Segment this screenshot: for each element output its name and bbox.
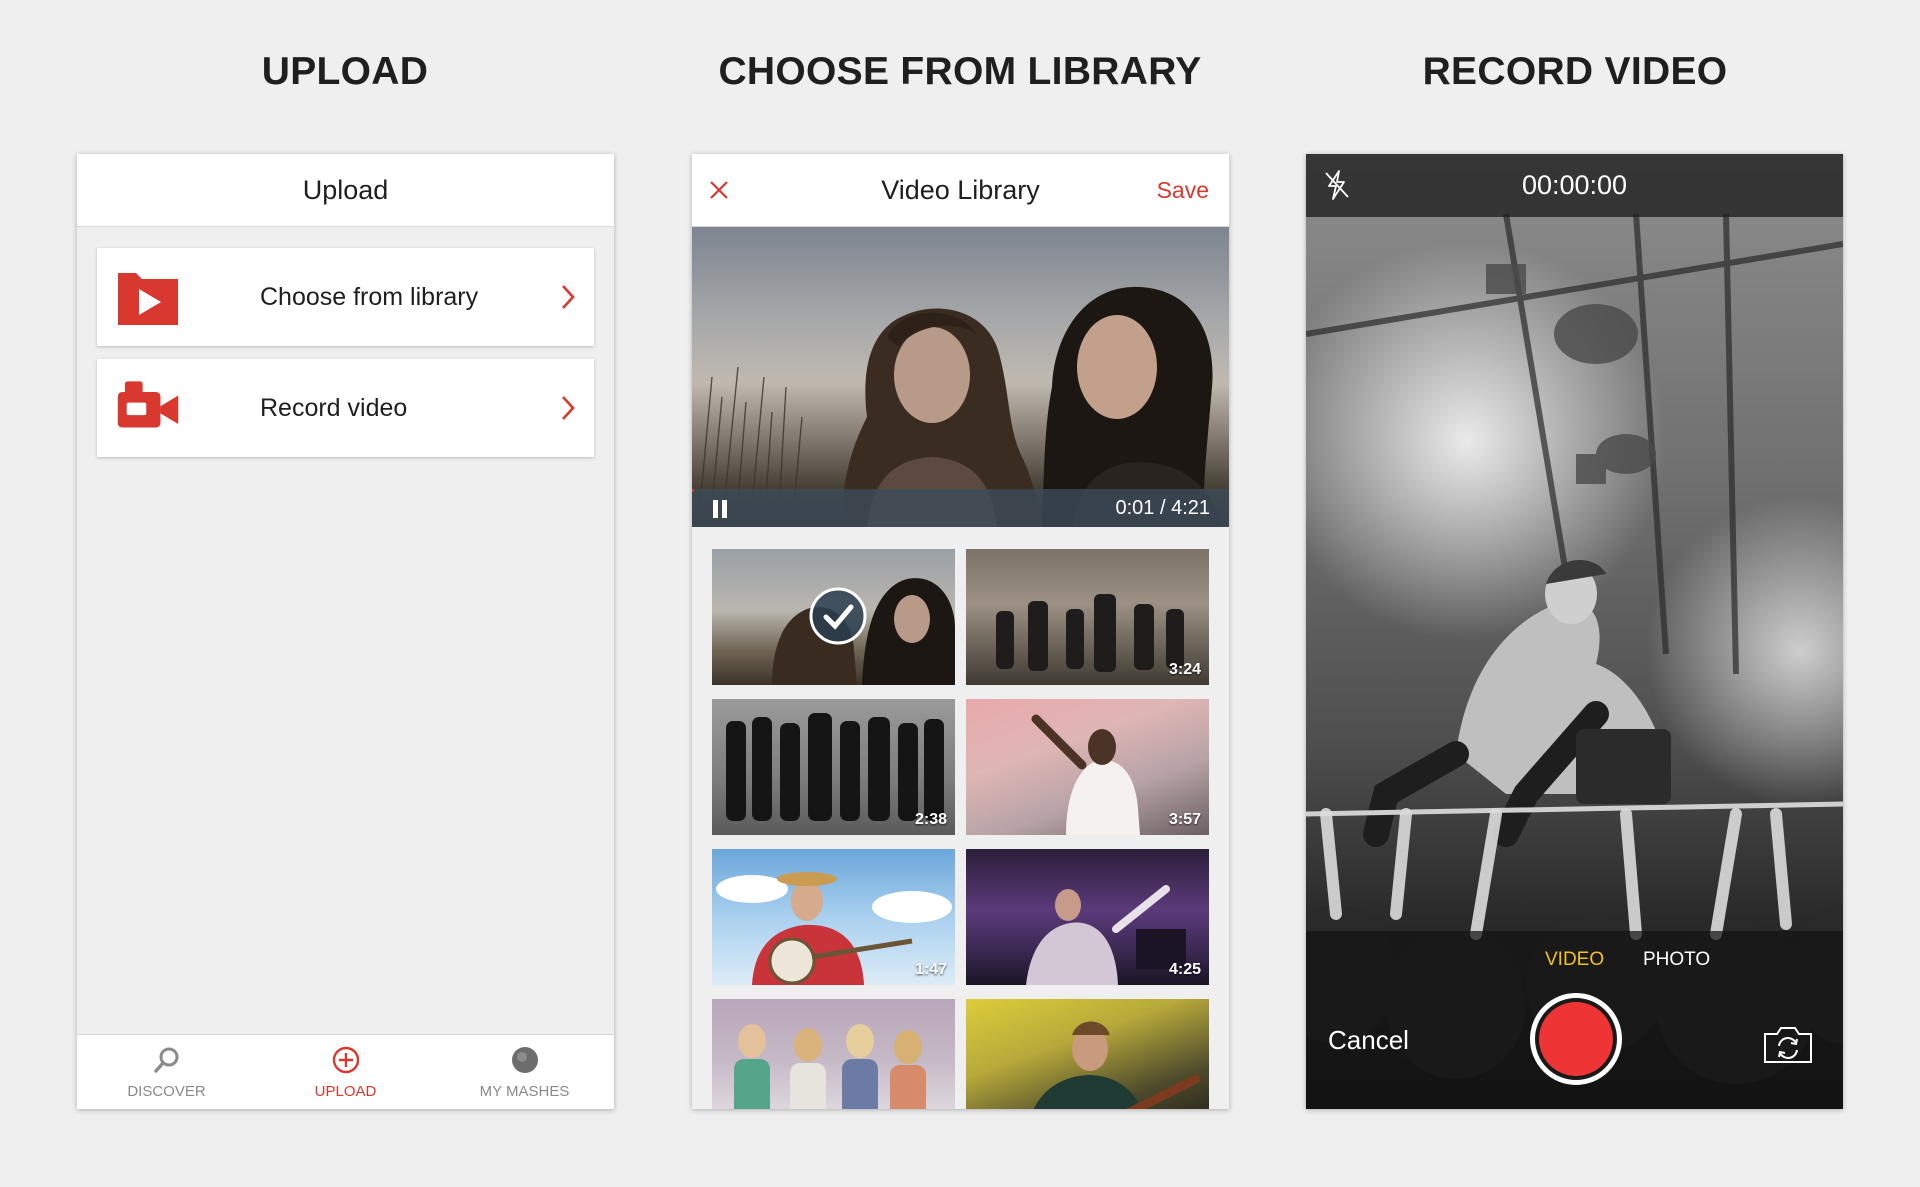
duration-label: 3:24 (1168, 661, 1201, 678)
folder-play-icon (118, 273, 178, 325)
video-thumbnail[interactable]: 1:47 (712, 849, 955, 985)
page-title: Video Library (881, 175, 1040, 205)
pause-icon[interactable] (712, 500, 729, 518)
camera-top-bar: 00:00:00 (1306, 154, 1843, 217)
record-video-screen: 00:00:00 VIDEO PHOTO Cancel (1306, 154, 1843, 1109)
tab-my-mashes[interactable]: MY MASHES (435, 1035, 614, 1109)
chevron-right-icon (562, 396, 575, 420)
record-heading: RECORD VIDEO (1422, 50, 1728, 93)
option-label: Record video (260, 394, 408, 422)
page-title: Upload (302, 174, 389, 205)
library-heading: CHOOSE FROM LIBRARY (718, 50, 1202, 93)
plus-circle-icon (332, 1046, 360, 1074)
tab-label: DISCOVER (127, 1083, 206, 1100)
video-camera-icon (117, 381, 179, 428)
duration-label: 2:38 (914, 811, 947, 828)
upload-header: Upload (77, 154, 614, 227)
avatar-icon (512, 1047, 538, 1073)
option-label: Choose from library (260, 283, 479, 311)
library-header: Video Library Save (692, 154, 1229, 227)
video-thumbnail[interactable] (712, 549, 955, 685)
duration-label: 3:57 (1168, 811, 1201, 828)
video-thumbnail[interactable] (966, 999, 1209, 1109)
tab-discover[interactable]: DISCOVER (77, 1035, 256, 1109)
duration-label: 4:25 (1168, 961, 1201, 978)
video-thumbnail[interactable] (712, 999, 955, 1109)
video-thumbnail[interactable]: 3:24 (966, 549, 1209, 685)
tab-label: MY MASHES (479, 1083, 570, 1100)
tab-upload[interactable]: UPLOAD (256, 1035, 435, 1109)
camera-flip-icon[interactable] (1762, 1025, 1814, 1065)
upload-screen: Upload Choose from library Record video (77, 154, 614, 1109)
video-library-screen: Video Library Save 0:01 / 4:21 3:24 2:38… (692, 154, 1229, 1109)
tab-bar: DISCOVER UPLOAD MY MASHES (77, 1034, 614, 1109)
thumbnail-image (1033, 1021, 1201, 1109)
thumbnail-grid: 3:24 2:38 3:57 1:47 4:25 (712, 549, 1209, 1109)
cancel-button[interactable]: Cancel (1328, 1025, 1409, 1056)
video-frame (697, 286, 1222, 527)
timecode: 0:01 / 4:21 (1115, 497, 1210, 519)
record-button-inner (1539, 1002, 1613, 1076)
record-button[interactable] (1530, 993, 1622, 1085)
video-thumbnail[interactable]: 4:25 (966, 849, 1209, 985)
record-video-button[interactable]: Record video (97, 359, 594, 457)
check-icon (809, 587, 867, 645)
duration-label: 1:47 (914, 961, 947, 978)
video-player[interactable]: 0:01 / 4:21 (692, 227, 1229, 527)
choose-from-library-button[interactable]: Choose from library (97, 248, 594, 346)
search-icon (154, 1047, 179, 1073)
recording-timer: 00:00:00 (1521, 170, 1628, 200)
player-controls: 0:01 / 4:21 (692, 489, 1229, 527)
save-button[interactable]: Save (1157, 154, 1209, 227)
camera-controls: VIDEO PHOTO Cancel (1306, 931, 1843, 1109)
upload-heading: UPLOAD (261, 50, 429, 93)
progress-bar[interactable] (692, 489, 695, 492)
chevron-right-icon (562, 285, 575, 309)
mode-video-button[interactable]: VIDEO (1545, 949, 1604, 971)
mode-photo-button[interactable]: PHOTO (1643, 949, 1710, 971)
video-thumbnail[interactable]: 2:38 (712, 699, 955, 835)
video-thumbnail[interactable]: 3:57 (966, 699, 1209, 835)
thumbnail-image (734, 1024, 926, 1109)
tab-label: UPLOAD (314, 1083, 377, 1100)
